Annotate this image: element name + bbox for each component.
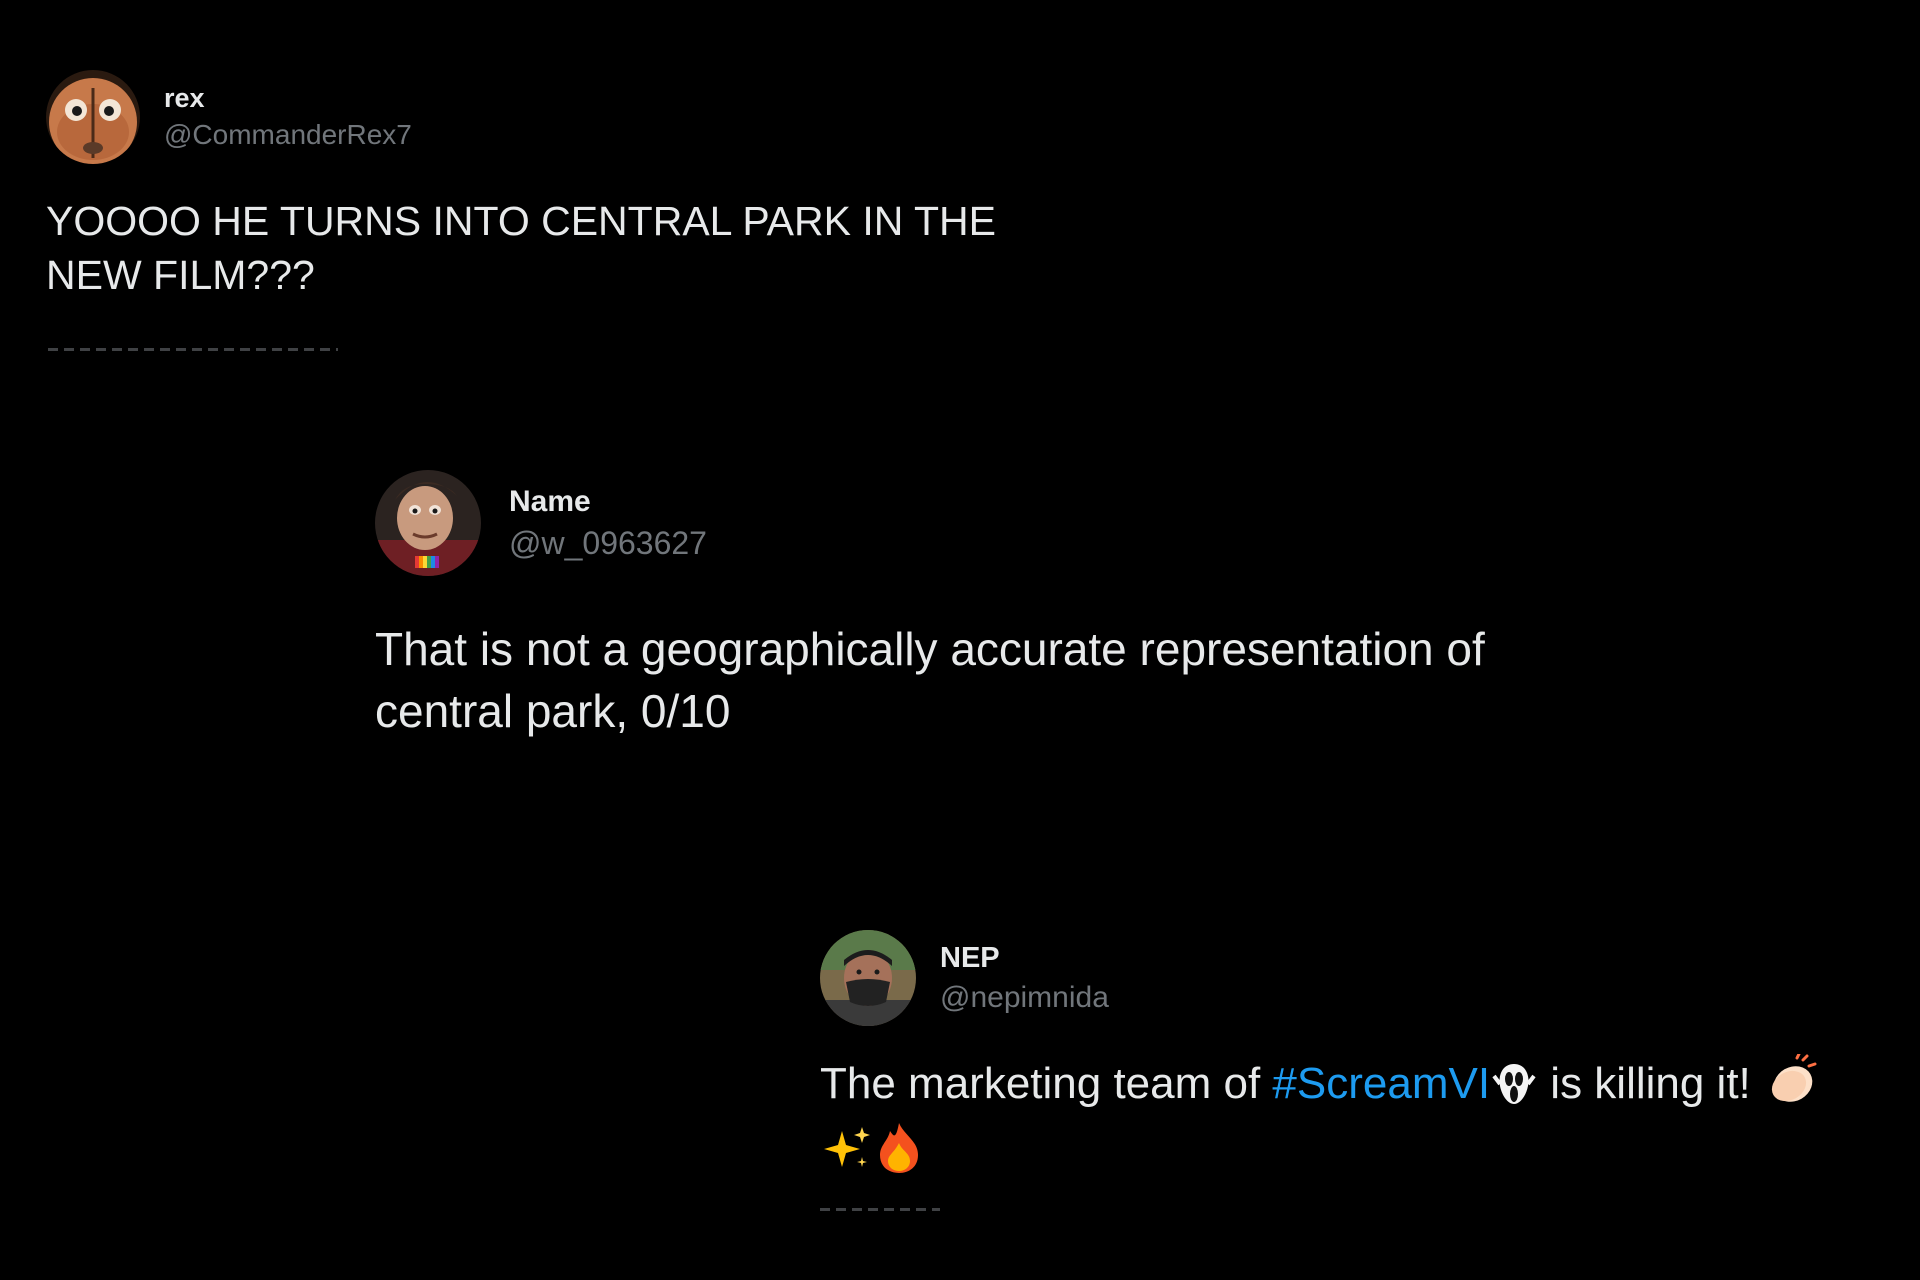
tweet-header: Name @w_0963627 <box>360 470 1580 576</box>
tweet-header: NEP @nepimnida <box>810 930 1920 1026</box>
cartoon-character-avatar-icon <box>375 470 481 576</box>
display-name[interactable]: Name <box>509 482 707 522</box>
tweet-text-part: The marketing team of <box>820 1059 1273 1108</box>
avatar[interactable] <box>820 930 916 1026</box>
tweet-card-nep[interactable]: NEP @nepimnida The marketing team of #Sc… <box>810 930 1920 1210</box>
tweet-author-names: rex @CommanderRex7 <box>164 80 412 154</box>
tweet-header: rex @CommanderRex7 <box>30 70 1070 164</box>
ghostface-mask-emoji-icon <box>1490 1062 1538 1121</box>
hashtag-link[interactable]: #ScreamVI <box>1272 1059 1490 1108</box>
tweet-card-name[interactable]: Name @w_0963627 That is not a geographic… <box>360 470 1580 770</box>
user-handle[interactable]: @CommanderRex7 <box>164 116 412 154</box>
fire-emoji-icon <box>874 1121 924 1190</box>
cropped-text-remnant <box>820 1208 940 1211</box>
user-handle[interactable]: @w_0963627 <box>509 522 707 564</box>
avatar[interactable] <box>46 70 140 164</box>
user-handle[interactable]: @nepimnida <box>940 978 1109 1018</box>
sparkles-emoji-icon <box>820 1123 874 1190</box>
tweet-card-rex[interactable]: rex @CommanderRex7 YOOOO HE TURNS INTO C… <box>30 70 1070 350</box>
display-name[interactable]: rex <box>164 80 412 116</box>
tweet-text: YOOOO HE TURNS INTO CENTRAL PARK IN THE … <box>46 198 996 298</box>
clapping-hands-emoji-icon <box>1763 1052 1819 1121</box>
tweet-text-part: is killing it! <box>1538 1059 1751 1108</box>
display-name[interactable]: NEP <box>940 938 1109 978</box>
tweet-text: That is not a geographically accurate re… <box>375 623 1485 737</box>
avatar[interactable] <box>375 470 481 576</box>
cropped-text-remnant <box>48 348 338 351</box>
person-with-mask-avatar-icon <box>820 930 916 1026</box>
tweet-text: The marketing team of #ScreamVI is killi… <box>820 1052 1920 1190</box>
cartoon-face-avatar-icon <box>46 70 140 164</box>
collage-canvas: rex @CommanderRex7 YOOOO HE TURNS INTO C… <box>0 0 1920 1280</box>
tweet-author-names: Name @w_0963627 <box>509 482 707 564</box>
tweet-author-names: NEP @nepimnida <box>940 938 1109 1018</box>
